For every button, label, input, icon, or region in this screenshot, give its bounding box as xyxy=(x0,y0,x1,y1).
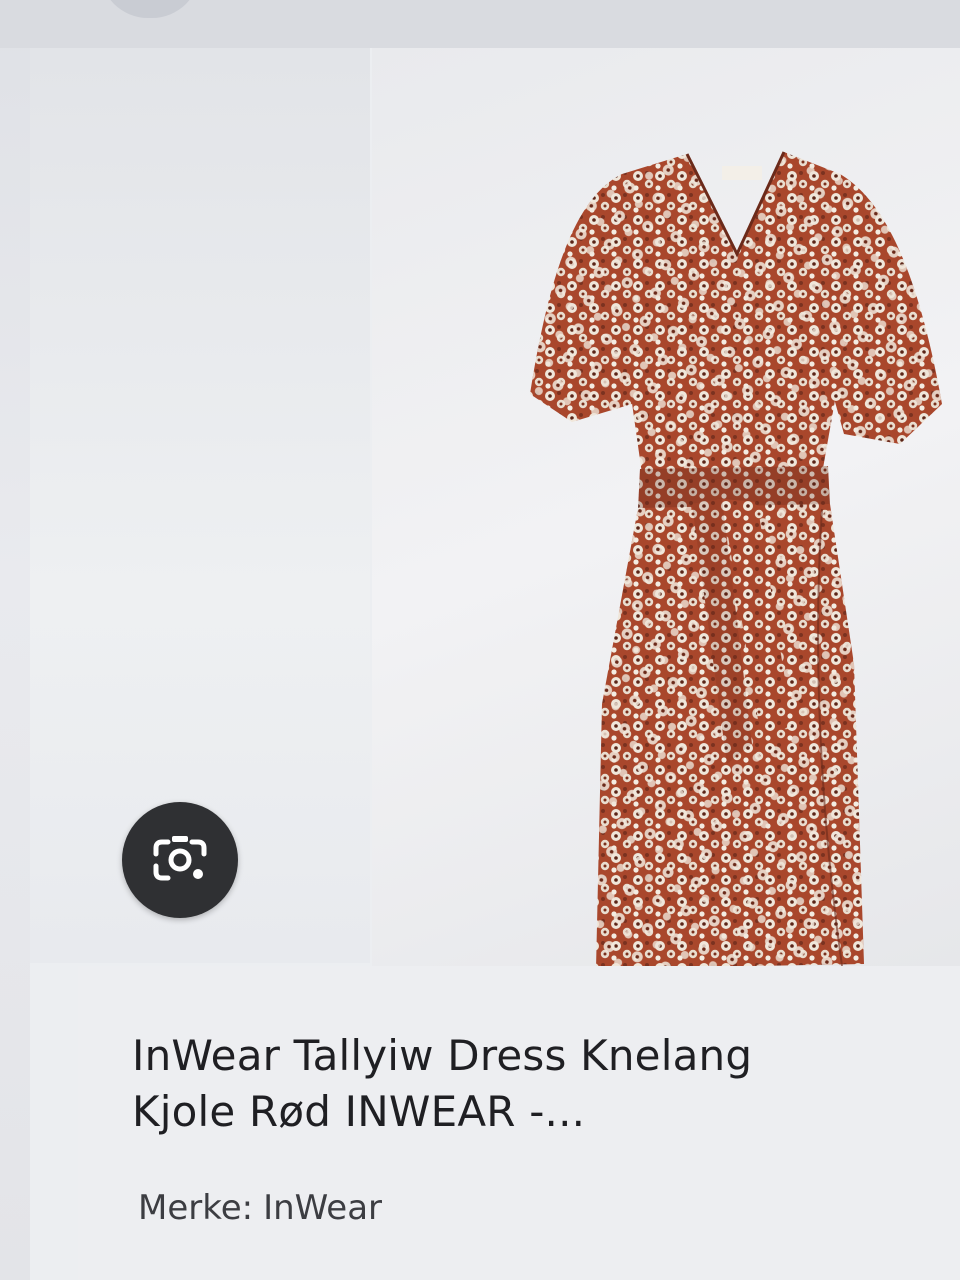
google-lens-button[interactable] xyxy=(122,802,238,918)
result-title-line-2: Kjole Rød INWEAR -... xyxy=(132,1087,586,1136)
result-title-line-1: InWear Tallyiw Dress Knelang xyxy=(132,1031,753,1080)
search-results-screen: InWear Tallyiw Dress Knelang Kjole Rød I… xyxy=(0,0,960,1280)
google-lens-icon xyxy=(153,836,207,881)
dress-label xyxy=(722,166,762,180)
brand-line: Merke: InWear xyxy=(138,1186,382,1230)
top-avatar[interactable] xyxy=(100,0,200,18)
brand-value: InWear xyxy=(263,1188,383,1228)
brand-label: Merke: xyxy=(138,1188,254,1228)
product-image[interactable] xyxy=(372,48,960,966)
top-strip xyxy=(0,0,960,48)
result-title-link[interactable]: InWear Tallyiw Dress Knelang Kjole Rød I… xyxy=(132,1028,932,1140)
dress-image xyxy=(530,151,942,966)
